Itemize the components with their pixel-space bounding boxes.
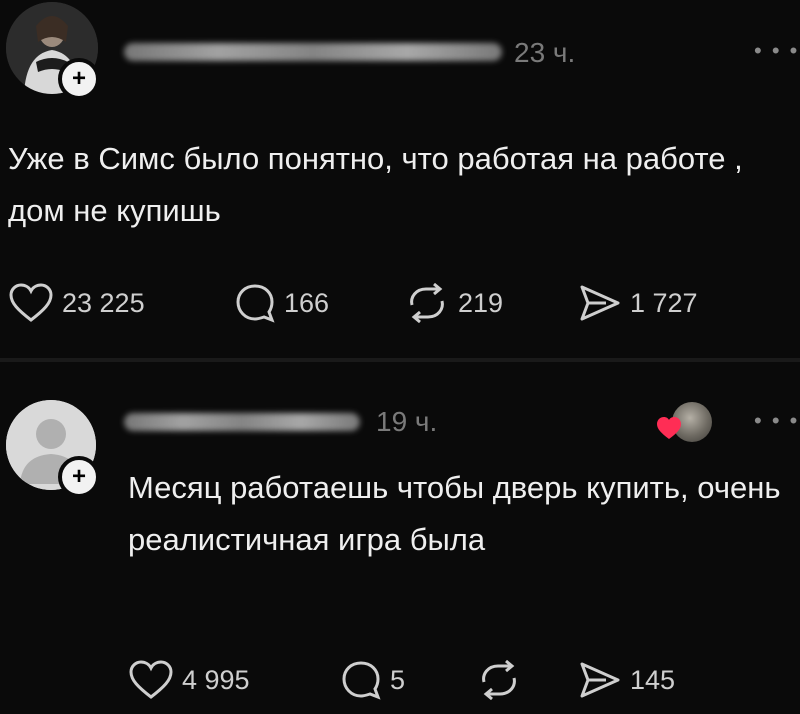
post-timestamp: 23 ч. xyxy=(514,37,576,68)
author-liked-badge xyxy=(656,402,714,446)
repost-count: 219 xyxy=(458,287,504,318)
like-count: 23 225 xyxy=(62,287,145,318)
share-button[interactable]: 145 xyxy=(578,660,675,700)
heart-icon xyxy=(129,660,173,699)
post-timestamp: 19 ч. xyxy=(376,406,438,437)
heart-badge-icon xyxy=(657,417,681,439)
share-button[interactable]: 1 727 xyxy=(578,283,698,323)
feed: + 23 ч. • • • Уже в Симс было понятно, ч… xyxy=(0,0,800,714)
heart-icon xyxy=(9,283,53,322)
plus-icon: + xyxy=(71,463,86,490)
repost-button[interactable] xyxy=(476,660,530,700)
more-icon[interactable]: • • • xyxy=(754,408,799,434)
share-icon xyxy=(580,662,620,698)
follow-button[interactable]: + xyxy=(58,456,100,498)
repost-button[interactable]: 219 xyxy=(404,283,503,323)
share-count: 1 727 xyxy=(630,287,698,318)
follow-button[interactable]: + xyxy=(58,58,100,100)
plus-icon: + xyxy=(71,65,86,92)
share-count: 145 xyxy=(630,664,676,695)
username-blurred[interactable] xyxy=(124,43,502,61)
post-text: Уже в Симс было понятно, что работая на … xyxy=(8,141,743,228)
comment-button[interactable]: 5 xyxy=(340,660,405,700)
comment-button[interactable]: 166 xyxy=(234,283,329,323)
more-icon[interactable]: • • • xyxy=(754,38,799,64)
repost-icon xyxy=(482,660,516,700)
post-text: Месяц работаешь чтобы дверь купить, очен… xyxy=(128,470,781,557)
comment-count: 5 xyxy=(390,664,406,695)
comment-icon xyxy=(236,284,275,323)
like-button[interactable]: 23 225 xyxy=(8,283,145,323)
share-icon xyxy=(580,285,620,321)
like-count: 4 995 xyxy=(182,664,250,695)
comment-count: 166 xyxy=(284,287,330,318)
username-blurred[interactable] xyxy=(124,413,360,431)
comment-icon xyxy=(342,661,381,700)
repost-icon xyxy=(410,283,444,323)
like-button[interactable]: 4 995 xyxy=(128,660,250,700)
